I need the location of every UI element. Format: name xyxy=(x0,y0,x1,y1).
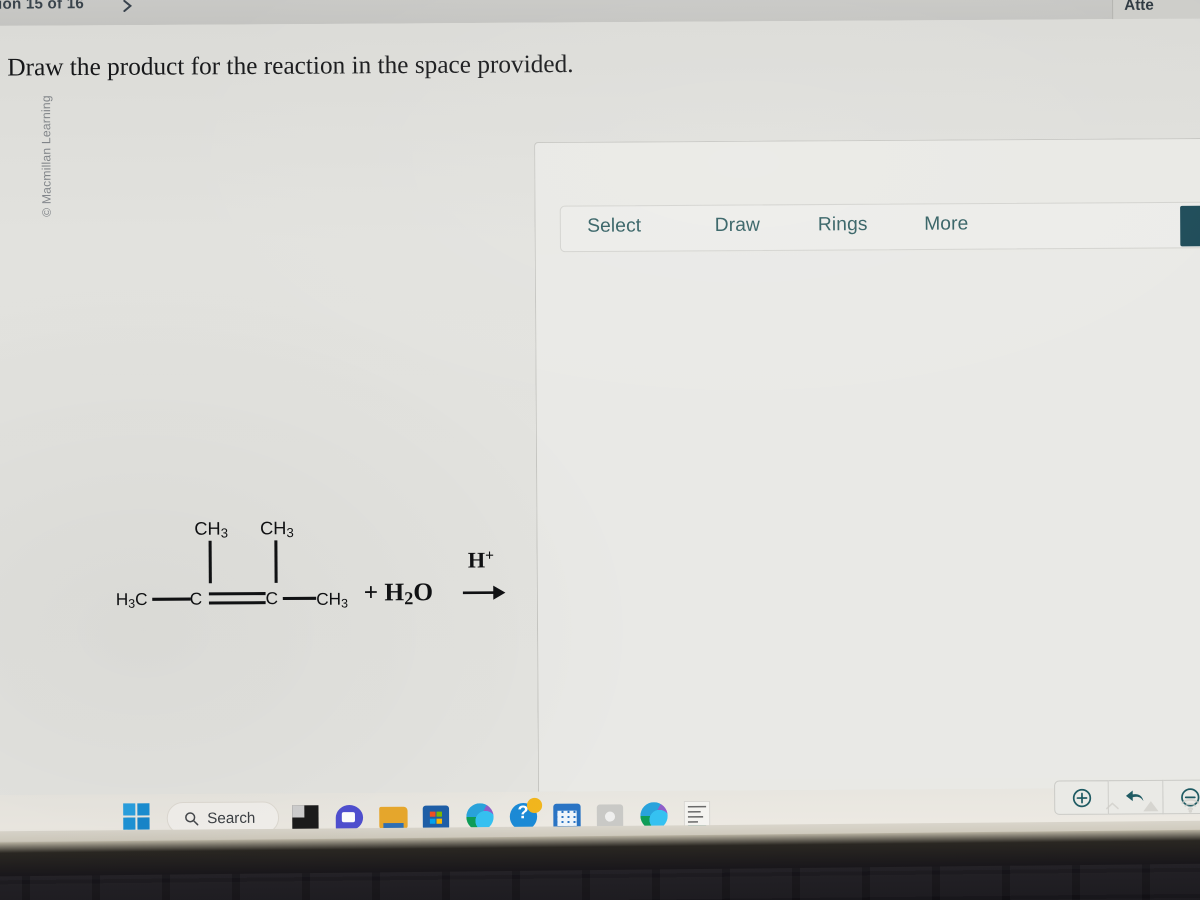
subscript: 3 xyxy=(220,525,229,541)
question-page: © Macmillan Learning Draw the product fo… xyxy=(0,18,1200,829)
substituent-label-1: CH3 xyxy=(194,518,229,541)
carbon-atom-1: C xyxy=(189,589,203,609)
search-icon xyxy=(185,811,199,825)
keyboard-keys xyxy=(0,863,1200,900)
catalyst-label: H+ xyxy=(467,547,495,573)
drawing-canvas[interactable] xyxy=(536,250,1200,781)
chevron-right-icon[interactable] xyxy=(118,0,136,15)
bond-line xyxy=(208,540,212,584)
bond-line xyxy=(274,540,278,583)
reaction-equation: CH3 CH3 H3C C C CH3 + H2O H+ xyxy=(115,498,541,632)
bond-line xyxy=(152,597,191,601)
superscript: + xyxy=(485,547,495,565)
reagent-label: + H2O xyxy=(363,578,434,609)
wifi-icon[interactable] xyxy=(1181,798,1200,813)
tab-more[interactable]: More xyxy=(924,213,968,236)
chevron-up-icon[interactable] xyxy=(1104,800,1121,812)
screen-surface: tion 15 of 16 Atte © Macmillan Learning … xyxy=(0,0,1200,856)
molecule-drawing-panel: Select Draw Rings More xyxy=(534,137,1200,829)
search-label: Search xyxy=(207,809,256,827)
store-glyph xyxy=(422,805,449,830)
carbon-atom-2: C xyxy=(265,588,279,609)
system-tray xyxy=(1104,798,1200,814)
question-counter: tion 15 of 16 xyxy=(0,0,85,13)
folder-glyph xyxy=(378,806,408,830)
eraser-icon[interactable] xyxy=(1180,205,1200,247)
tab-draw[interactable]: Draw xyxy=(715,215,760,238)
question-prompt: Draw the product for the reaction in the… xyxy=(7,50,574,82)
zoom-in-icon[interactable] xyxy=(1054,780,1109,815)
drawing-toolbar: Select Draw Rings More xyxy=(559,201,1200,253)
attempt-button-label: Atte xyxy=(1124,0,1154,14)
tab-rings[interactable]: Rings xyxy=(818,214,868,237)
subscript: 3 xyxy=(341,596,349,611)
start-squares xyxy=(123,803,150,830)
terminal-methyl-right: CH3 xyxy=(316,589,349,611)
subscript: 2 xyxy=(404,588,414,609)
tab-select[interactable]: Select xyxy=(587,215,641,238)
double-bond-line xyxy=(208,592,266,595)
terminal-methyl-left: H3C xyxy=(115,589,148,611)
subscript: 3 xyxy=(128,596,136,611)
bond-line xyxy=(282,596,317,600)
laptop-keyboard-deck xyxy=(0,829,1200,900)
double-bond-line xyxy=(208,601,266,605)
laptop-screen-photo: tion 15 of 16 Atte © Macmillan Learning … xyxy=(0,0,1200,900)
substituent-label-2: CH3 xyxy=(260,518,294,541)
subscript: 3 xyxy=(286,524,294,541)
onedrive-cloud-icon[interactable] xyxy=(1140,799,1161,813)
reaction-arrow-icon xyxy=(462,581,508,604)
